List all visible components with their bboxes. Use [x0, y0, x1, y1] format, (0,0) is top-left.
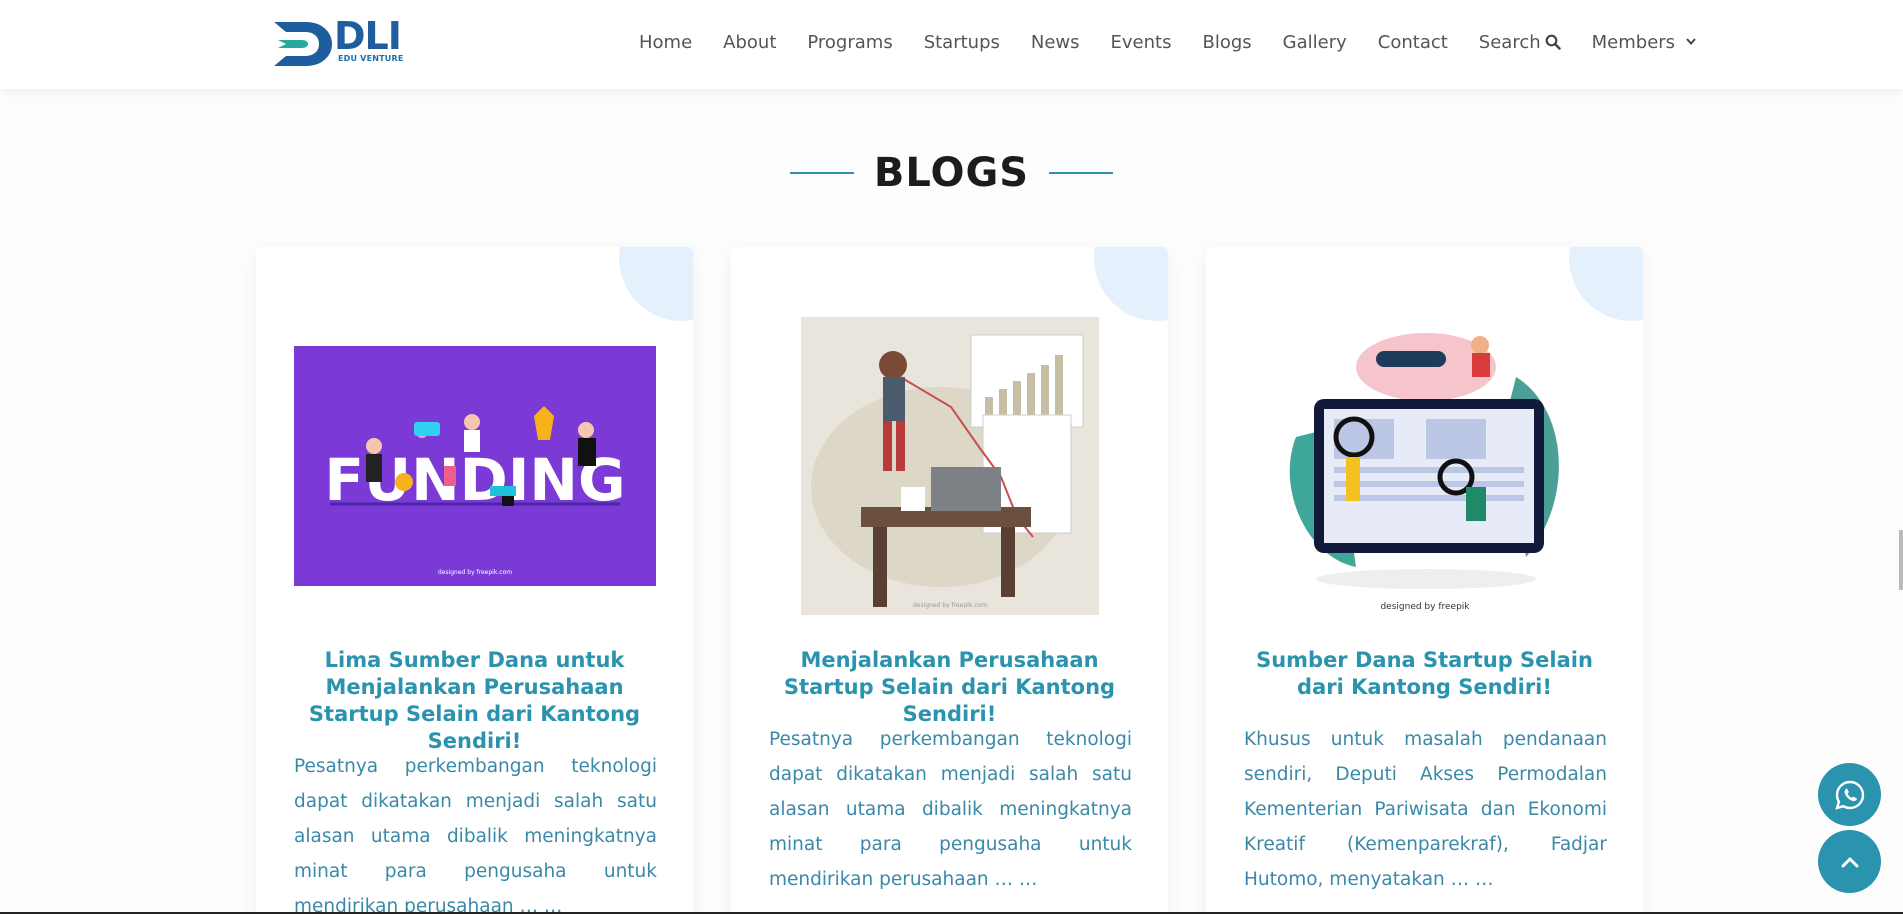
blog-card-excerpt: Pesatnya perkembangan teknologi dapat di…: [769, 729, 1132, 890]
image-credit: designed by freepik: [1380, 602, 1470, 612]
nav-blogs[interactable]: Blogs: [1202, 32, 1251, 53]
logo-subtext: EDU VENTURE: [338, 54, 404, 63]
startup-growth-illustration[interactable]: designed by freepik.com: [801, 317, 1099, 615]
nav-gallery[interactable]: Gallery: [1283, 32, 1347, 53]
main-nav: Home About Programs Startups News Events…: [639, 29, 1701, 55]
section-title: BLOGS: [873, 150, 1030, 196]
blog-card[interactable]: designed by freepik Sumber Dana Startup …: [1206, 247, 1643, 914]
image-credit: designed by freepik.com: [438, 569, 512, 576]
search-icon: [1545, 34, 1561, 50]
blog-card-excerpt: Khusus untuk masalah pendanaan sendiri, …: [1244, 729, 1607, 890]
nav-members[interactable]: Members: [1592, 32, 1701, 53]
logo[interactable]: DLI EDU VENTURE: [272, 14, 407, 72]
funding-illustration[interactable]: FUNDING designed by freepik.com: [294, 346, 656, 586]
nav-members-label: Members: [1591, 31, 1676, 53]
nav-news[interactable]: News: [1031, 32, 1080, 53]
nav-programs[interactable]: Programs: [807, 32, 892, 53]
section-heading: BLOGS: [0, 150, 1903, 196]
blog-card[interactable]: designed by freepik.com Menjalankan Peru…: [731, 247, 1168, 914]
card-corner-decoration: [1094, 247, 1168, 321]
blog-card-excerpt: Pesatnya perkembangan teknologi dapat di…: [294, 756, 657, 914]
blog-card-title[interactable]: Menjalankan Perusahaan Startup Selain da…: [767, 647, 1132, 728]
image-credit: designed by freepik.com: [913, 602, 987, 609]
scrollbar[interactable]: [1899, 530, 1903, 590]
funding-research-illustration[interactable]: designed by freepik: [1276, 317, 1574, 615]
nav-contact[interactable]: Contact: [1378, 32, 1448, 53]
nav-startups[interactable]: Startups: [924, 32, 1000, 53]
nav-search[interactable]: Search: [1479, 32, 1561, 53]
nav-search-label: Search: [1478, 31, 1541, 53]
title-divider-left: [789, 172, 854, 174]
logo-mark-icon: [274, 22, 332, 66]
card-corner-decoration: [1569, 247, 1643, 321]
blog-card-title[interactable]: Lima Sumber Dana untuk Menjalankan Perus…: [292, 647, 657, 755]
nav-events[interactable]: Events: [1111, 32, 1172, 53]
scroll-to-top-button[interactable]: [1818, 830, 1881, 893]
blog-card-title[interactable]: Sumber Dana Startup Selain dari Kantong …: [1242, 647, 1607, 701]
chevron-up-icon: [1841, 857, 1858, 867]
chevron-down-icon: [1686, 38, 1696, 46]
logo-text: DLI: [334, 14, 402, 58]
whatsapp-button[interactable]: [1818, 763, 1881, 826]
nav-about[interactable]: About: [723, 32, 776, 53]
nav-home[interactable]: Home: [639, 32, 692, 53]
site-header: DLI EDU VENTURE Home About Programs Star…: [0, 0, 1903, 89]
title-divider-right: [1049, 172, 1114, 174]
card-corner-decoration: [619, 247, 693, 321]
blog-card[interactable]: FUNDING designed by freepik.com Lima Sum…: [256, 247, 693, 914]
whatsapp-icon: [1834, 780, 1864, 810]
